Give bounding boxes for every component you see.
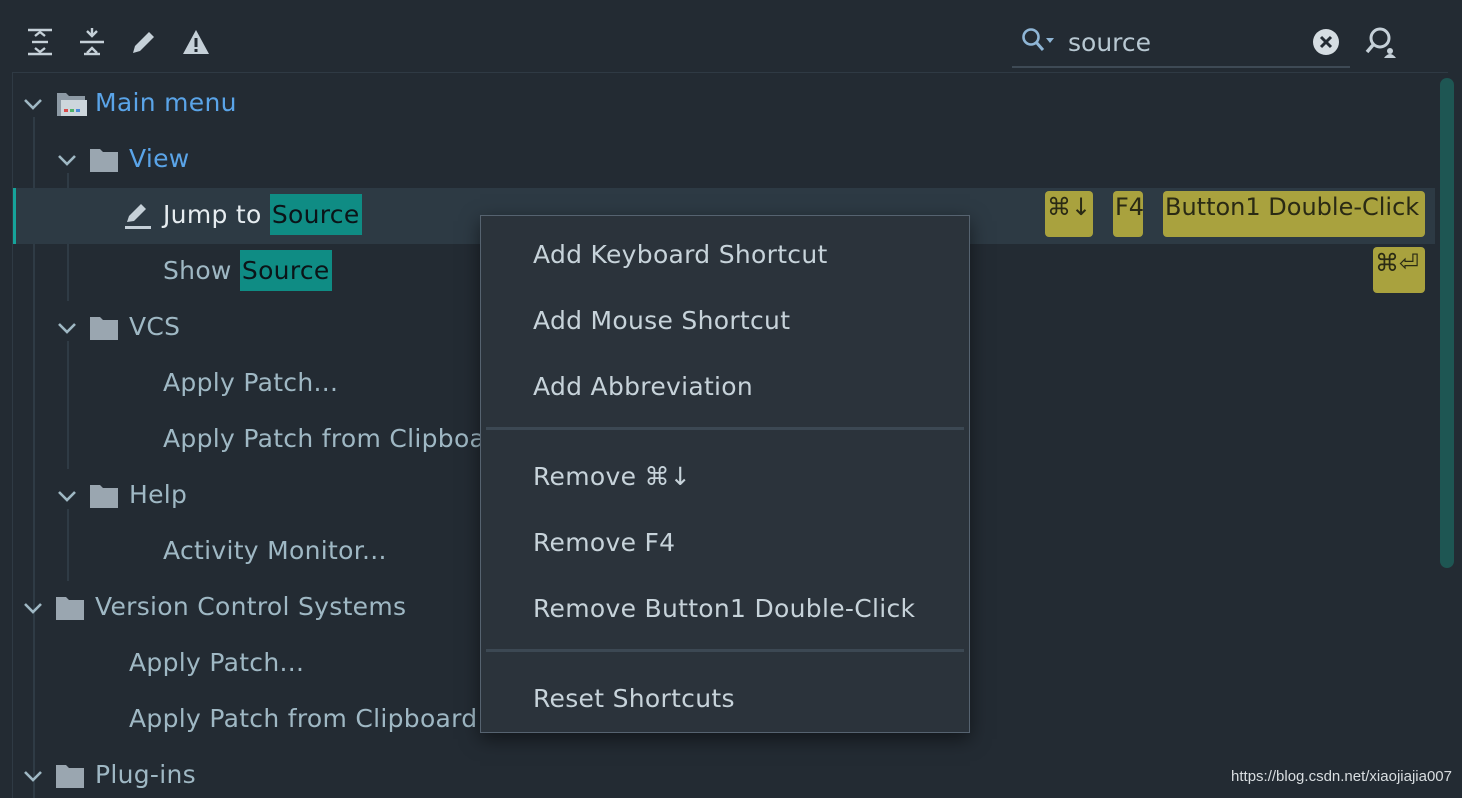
chevron-down-icon[interactable] bbox=[21, 764, 45, 788]
shortcut-badge: ⌘⏎ bbox=[1373, 247, 1425, 293]
vertical-scrollbar[interactable] bbox=[1440, 78, 1454, 568]
tree-node-label: View bbox=[129, 144, 190, 173]
menu-item-remove-cmd-down[interactable]: Remove ⌘↓ bbox=[481, 449, 969, 505]
tree-node-label: Apply Patch... bbox=[163, 368, 339, 397]
warning-icon[interactable] bbox=[178, 24, 214, 60]
expand-all-icon[interactable] bbox=[22, 24, 58, 60]
chevron-down-icon[interactable] bbox=[55, 148, 79, 172]
menu-item-add-mouse-shortcut[interactable]: Add Mouse Shortcut bbox=[481, 293, 969, 349]
tree-node-label: Main menu bbox=[95, 88, 237, 117]
tree-node-label: Activity Monitor... bbox=[163, 536, 387, 565]
menu-item-add-abbreviation[interactable]: Add Abbreviation bbox=[481, 359, 969, 415]
chevron-down-icon[interactable] bbox=[21, 92, 45, 116]
edit-icon[interactable] bbox=[126, 24, 162, 60]
search-input[interactable] bbox=[1068, 24, 1308, 60]
folder-icon bbox=[56, 597, 84, 620]
keymap-toolbar bbox=[0, 0, 1462, 70]
menu-separator bbox=[486, 427, 964, 430]
shortcut-badge: F4 bbox=[1113, 191, 1144, 237]
tree-node-label: VCS bbox=[129, 312, 181, 341]
keymap-settings-panel: Main menu View Jump to Source ⌘↓ F4 Butt… bbox=[0, 0, 1462, 798]
tree-node-label: Help bbox=[129, 480, 188, 509]
chevron-down-icon[interactable] bbox=[21, 596, 45, 620]
tree-node-label: Show Source bbox=[163, 250, 332, 291]
tree-node-view[interactable]: View bbox=[13, 132, 1435, 188]
search-match-highlight: Source bbox=[269, 194, 362, 235]
shortcut-badge: ⌘↓ bbox=[1045, 191, 1093, 237]
folder-icon bbox=[90, 317, 118, 340]
folder-icon bbox=[56, 765, 84, 788]
tree-node-label: Version Control Systems bbox=[95, 592, 407, 621]
search-history-icon[interactable] bbox=[1020, 26, 1056, 56]
chevron-down-icon[interactable] bbox=[55, 484, 79, 508]
menu-separator bbox=[486, 649, 964, 652]
find-by-shortcut-icon[interactable] bbox=[1364, 24, 1400, 60]
label-text: Show bbox=[163, 256, 240, 285]
tree-node-label: Apply Patch from Clipboard... bbox=[129, 704, 503, 733]
edit-source-icon bbox=[125, 204, 151, 229]
collapse-all-icon[interactable] bbox=[74, 24, 110, 60]
shortcut-context-menu: Add Keyboard Shortcut Add Mouse Shortcut… bbox=[480, 215, 970, 733]
folder-icon bbox=[90, 485, 118, 508]
search-field[interactable] bbox=[1012, 18, 1350, 68]
folder-icon bbox=[90, 149, 118, 172]
menu-item-add-keyboard-shortcut[interactable]: Add Keyboard Shortcut bbox=[481, 227, 969, 283]
chevron-down-icon[interactable] bbox=[55, 316, 79, 340]
tree-node-label: Apply Patch... bbox=[129, 648, 305, 677]
watermark: https://blog.csdn.net/xiaojiajia007 bbox=[1231, 768, 1452, 785]
shortcut-badge: Button1 Double-Click bbox=[1163, 191, 1425, 237]
tree-node-label: Jump to Source bbox=[163, 194, 362, 235]
tree-node-label: Plug-ins bbox=[95, 760, 196, 789]
tree-node-main-menu[interactable]: Main menu bbox=[13, 76, 1435, 132]
menu-item-reset-shortcuts[interactable]: Reset Shortcuts bbox=[481, 671, 969, 727]
search-match-highlight: Source bbox=[239, 250, 332, 291]
clear-icon[interactable] bbox=[1312, 28, 1340, 56]
tree-node-plugins[interactable]: Plug-ins bbox=[13, 748, 1435, 798]
menu-item-remove-button1-double-click[interactable]: Remove Button1 Double-Click bbox=[481, 581, 969, 637]
label-text: Jump to bbox=[163, 200, 270, 229]
menu-folder-icon bbox=[57, 93, 87, 116]
menu-item-remove-f4[interactable]: Remove F4 bbox=[481, 515, 969, 571]
